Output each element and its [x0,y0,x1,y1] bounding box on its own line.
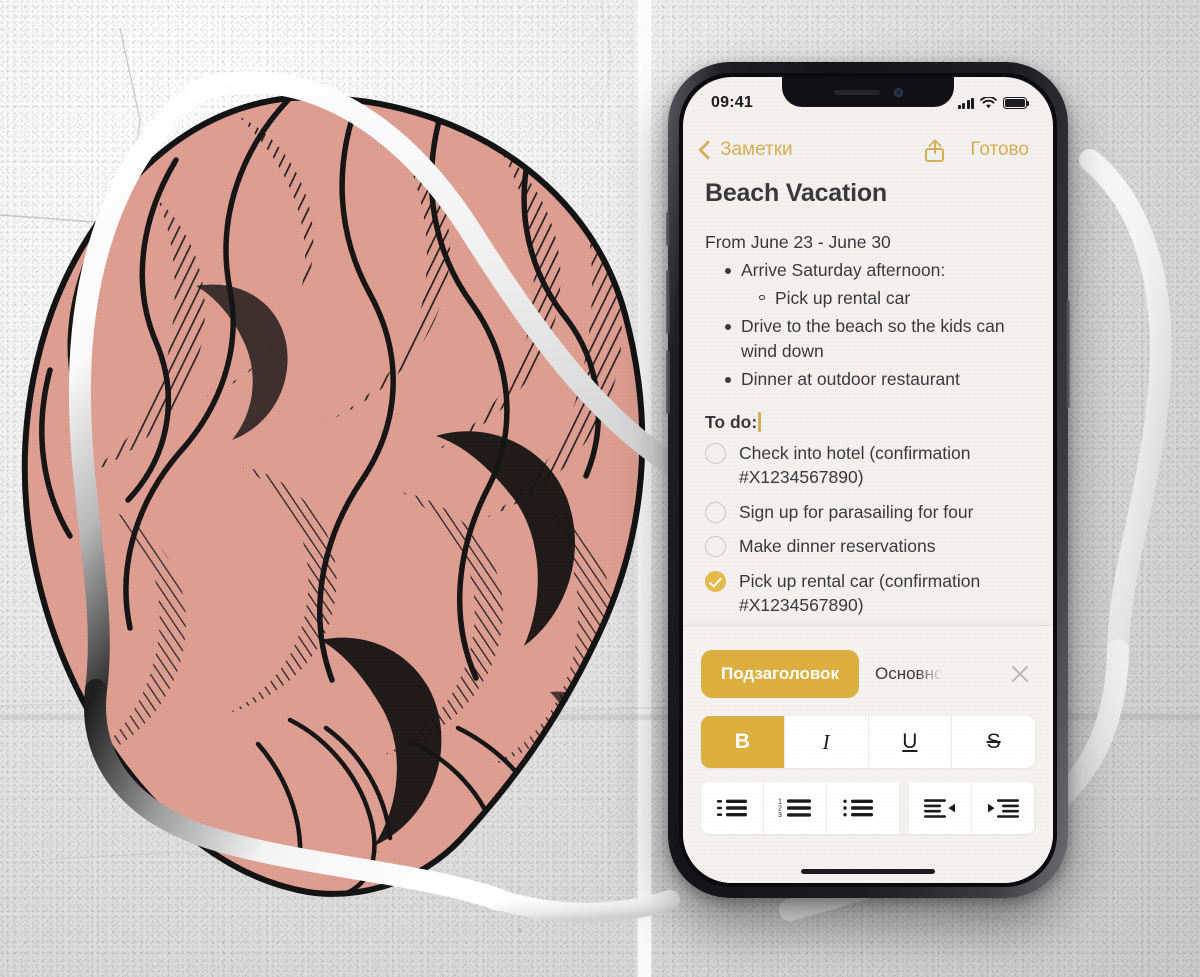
bullet-text: Drive to the beach so the kids can wind … [741,316,1005,361]
note-sub-bullet-list: Pick up rental car [741,286,1035,311]
checklist-item-label: Make dinner reservations [739,536,936,556]
checklist-item-label: Pick up rental car (confirmation #X12345… [739,570,981,616]
checkbox-unchecked-icon[interactable] [705,501,726,523]
indent-button[interactable] [972,782,1035,834]
device-screen: 09:41 Заметки Готово Beach Vacation From… [683,77,1053,883]
text-style-segmented-control: B I U S [701,716,1035,768]
toolbar-spacer [899,782,909,834]
nav-actions: Готово [925,138,1029,162]
italic-button[interactable]: I [784,716,869,768]
todo-heading: To do: [705,412,1035,433]
todo-checklist: Check into hotel (confirmation #X1234567… [705,441,1035,618]
checklist-item[interactable]: Sign up for parasailing for four [705,500,1035,525]
device-bezel: 09:41 Заметки Готово Beach Vacation From… [679,73,1057,887]
status-bar-clock: 09:41 [711,94,753,111]
text-cursor [758,412,761,432]
style-subheading-button[interactable]: Подзаголовок [701,650,859,698]
dashed-list-button[interactable] [701,782,764,834]
checklist-item-label: Check into hotel (confirmation #X1234567… [739,442,971,488]
note-bullet-list: Arrive Saturday afternoon: Pick up renta… [705,258,1035,392]
done-button[interactable]: Готово [970,139,1029,161]
checklist-item-label: Sign up for parasailing for four [739,501,974,522]
checkbox-checked-icon[interactable] [705,570,726,592]
poster-canvas: 09:41 Заметки Готово Beach Vacation From… [0,0,1200,977]
paragraph-style-row: Подзаголовок Основно [701,648,1035,700]
chevron-left-icon [698,140,718,160]
svg-text:3: 3 [778,812,782,819]
mute-switch[interactable] [666,212,670,246]
bulleted-list-button[interactable] [827,782,889,834]
bold-button[interactable]: B [701,716,785,768]
close-icon[interactable] [1007,661,1033,687]
battery-full-icon [1003,97,1030,109]
navigation-bar: Заметки Готово [683,129,1053,171]
list-item: Drive to the beach so the kids can wind … [705,314,1035,363]
list-item: Pick up rental car [741,286,1035,311]
volume-up-button[interactable] [666,270,670,334]
format-toolbar: Подзаголовок Основно B I U S 1 2 3 [683,625,1053,883]
list-tools-row: 1 2 3 [701,782,1035,834]
back-to-notes-button[interactable]: Заметки [698,139,793,161]
list-item: Arrive Saturday afternoon: Pick up renta… [705,258,1035,310]
checklist-item[interactable]: Make dinner reservations [705,534,1035,559]
list-item: Dinner at outdoor restaurant [705,367,1035,392]
checkbox-unchecked-icon[interactable] [705,442,726,464]
cellular-bars-icon [957,97,974,109]
underline-button[interactable]: U [868,716,953,768]
checkbox-unchecked-icon[interactable] [705,536,726,557]
back-label: Заметки [720,139,793,160]
outdent-button[interactable] [909,782,972,834]
status-bar-indicators [957,97,1030,109]
home-indicator[interactable] [801,869,935,874]
volume-down-button[interactable] [666,350,670,414]
share-icon[interactable] [925,138,945,162]
earpiece-speaker-icon [833,89,880,95]
sub-bullet-text: Pick up rental car [775,287,911,308]
power-button[interactable] [1066,300,1070,408]
strikethrough-button[interactable]: S [952,716,1035,768]
wifi-icon [980,97,997,109]
iphone-device: 09:41 Заметки Готово Beach Vacation From… [666,62,1070,898]
checklist-item[interactable]: Check into hotel (confirmation #X1234567… [705,441,1035,490]
note-title: Beach Vacation [705,179,888,207]
bullet-text: Arrive Saturday afternoon: [741,260,946,280]
style-body-button[interactable]: Основно [875,664,943,684]
front-camera-icon [893,87,903,97]
note-intro-line: From June 23 - June 30 [705,232,891,252]
numbered-list-button[interactable]: 1 2 3 [764,782,827,834]
bullet-text: Dinner at outdoor restaurant [741,369,960,389]
notch [782,77,954,107]
todo-heading-label: To do: [705,411,758,432]
checklist-item[interactable]: Pick up rental car (confirmation #X12345… [705,569,1035,618]
